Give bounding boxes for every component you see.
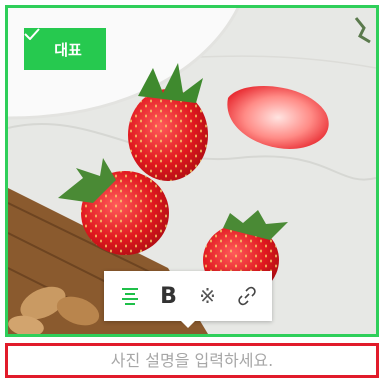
representative-photo-badge[interactable]: 대표 [24, 28, 106, 70]
bold-button[interactable]: B [152, 279, 186, 313]
align-center-icon [121, 287, 139, 305]
link-icon [237, 286, 257, 306]
photo-caption-input[interactable] [8, 346, 376, 375]
special-character-button[interactable]: ※ [191, 279, 225, 313]
link-button[interactable] [230, 279, 264, 313]
image-toolbar: B ※ [104, 271, 272, 328]
align-center-button[interactable] [113, 279, 147, 313]
representative-label: 대표 [54, 40, 82, 59]
caption-field [5, 343, 379, 378]
